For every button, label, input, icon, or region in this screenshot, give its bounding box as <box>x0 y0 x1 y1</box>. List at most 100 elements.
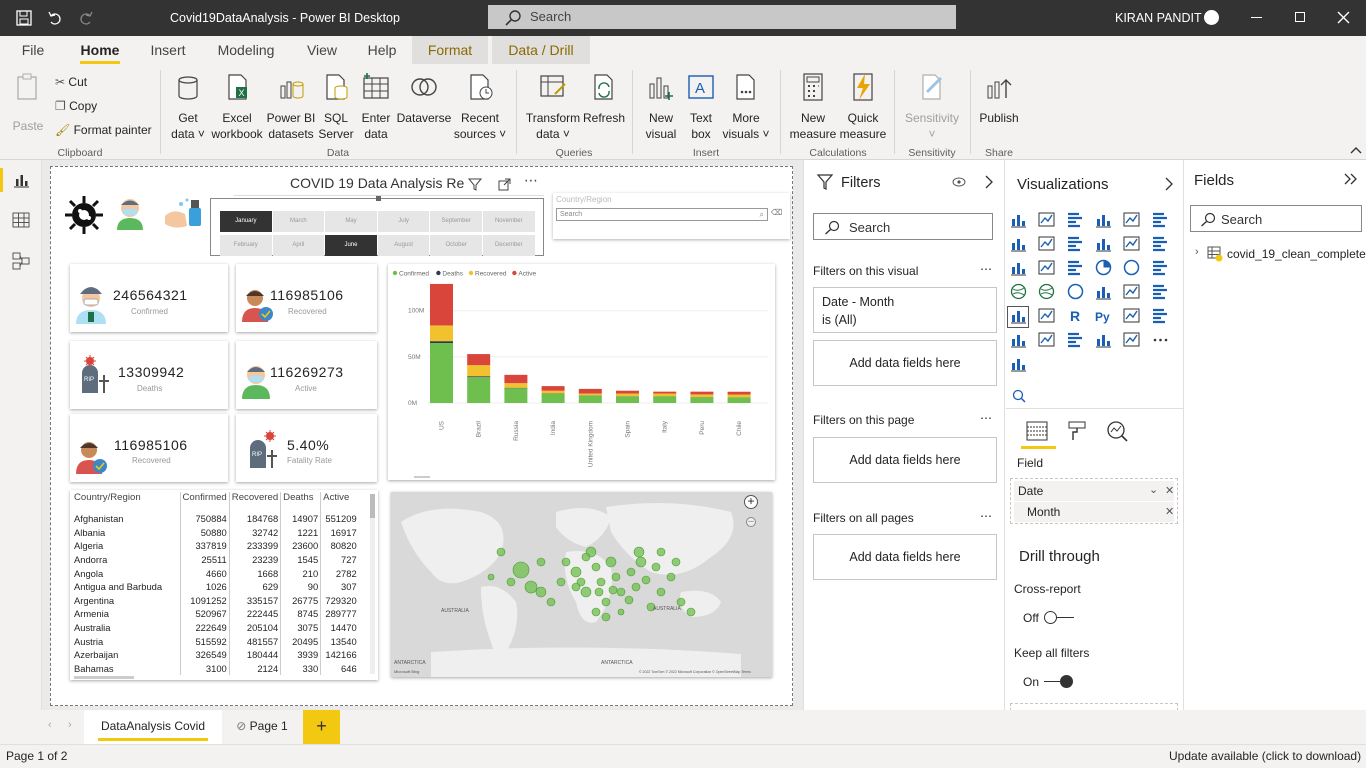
add-page-button[interactable]: + <box>303 710 340 744</box>
map-bubble[interactable] <box>571 582 581 592</box>
close-icon[interactable] <box>1337 11 1350 24</box>
map-bubble[interactable] <box>601 597 611 607</box>
minimize-icon[interactable] <box>1251 17 1262 18</box>
r-script-visual-icon[interactable]: R <box>1067 307 1084 324</box>
table-row[interactable]: Antigua and Barbuda 1026 629 90 307 <box>72 579 359 594</box>
excel-workbook-button[interactable]: X Excel workbook <box>210 72 264 142</box>
map-bubble[interactable] <box>512 561 530 579</box>
funnel-visual-icon[interactable] <box>1038 259 1055 276</box>
area-visual-icon[interactable] <box>1038 235 1055 252</box>
line-visual-icon[interactable] <box>1010 235 1027 252</box>
clustered-column-visual-icon[interactable] <box>1095 211 1112 228</box>
recent-sources-button[interactable]: Recent sources ˅ <box>452 72 508 142</box>
bar-segment[interactable] <box>616 390 639 394</box>
save-icon[interactable] <box>16 10 33 26</box>
map-bubble[interactable] <box>591 562 601 572</box>
remove-field-icon[interactable]: ✕ <box>1165 505 1174 518</box>
field-chip-date[interactable]: Date ⌄ ✕ <box>1014 481 1174 501</box>
sql-server-button[interactable]: SQL Server <box>318 72 354 142</box>
filter-card-date-month[interactable]: Date - Month is (All) <box>813 287 997 333</box>
map-bubble[interactable] <box>546 597 556 607</box>
bar-segment[interactable] <box>727 397 751 403</box>
line-stacked-visual-icon[interactable] <box>1123 235 1140 252</box>
country-table[interactable]: Country/Region Confirmed Recovered Deaths Ac… <box>70 490 378 680</box>
map-bubble[interactable] <box>570 566 582 578</box>
map-bubble[interactable] <box>506 577 516 587</box>
bar-segment[interactable] <box>504 374 528 384</box>
map-bubble[interactable] <box>617 608 625 616</box>
bar-segment[interactable] <box>727 391 751 395</box>
map-bubble[interactable] <box>556 577 566 587</box>
column-header[interactable]: Country/Region <box>72 492 181 512</box>
add-page-filter-well[interactable]: Add data fields here <box>813 437 997 483</box>
bar-segment[interactable] <box>467 354 491 366</box>
table-row[interactable]: Austria 515592 481557 20495 13540 <box>72 634 359 648</box>
map-bubble[interactable] <box>676 597 686 607</box>
world-map[interactable]: AUSTRALIA AUSTRALIA ANTARCTICA ANTARCTIC… <box>391 492 772 677</box>
more-options-icon[interactable]: ⋯ <box>980 262 992 276</box>
clustered-bar-visual-icon[interactable] <box>1067 211 1084 228</box>
map-bubble[interactable] <box>594 587 604 597</box>
map-bubble[interactable] <box>581 552 591 562</box>
more-visuals-button[interactable]: More visuals ˅ <box>720 72 772 142</box>
table-row[interactable]: Azerbaijan 326549 180444 3939 142166 <box>72 647 359 662</box>
bar-segment[interactable] <box>467 377 491 403</box>
bar-segment[interactable] <box>616 396 639 403</box>
update-available-link[interactable]: Update available (click to download) <box>1169 749 1361 763</box>
more-options-icon[interactable]: ⋯ <box>524 172 538 189</box>
zoom-out-button[interactable]: – <box>746 517 756 527</box>
bar-segment[interactable] <box>541 386 565 391</box>
collapse-pane-icon[interactable] <box>1344 173 1358 186</box>
pie-visual-icon[interactable] <box>1095 259 1112 276</box>
map-bubble[interactable] <box>651 562 661 572</box>
table-row[interactable]: Albania 50880 32742 1221 16917 <box>72 525 359 540</box>
table-name[interactable]: covid_19_clean_complete <box>1227 247 1366 261</box>
collapse-ribbon-icon[interactable] <box>1350 146 1362 154</box>
bar-segment[interactable] <box>653 391 677 394</box>
text-box-button[interactable]: A Text box <box>684 72 718 142</box>
new-measure-button[interactable]: New measure <box>788 72 838 142</box>
kpi-card-recovered[interactable]: 116985106 Recovered <box>236 264 377 332</box>
power-automate-visual-icon[interactable] <box>1123 331 1140 348</box>
tab-format[interactable]: Format <box>412 36 488 64</box>
enter-data-button[interactable]: Enter data <box>358 72 394 142</box>
filled-map-visual-icon[interactable] <box>1038 283 1055 300</box>
map-bubble[interactable] <box>605 556 617 568</box>
month-slicer-item-march[interactable]: March <box>272 211 325 232</box>
tab-modeling[interactable]: Modeling <box>212 36 280 64</box>
kpi-card-active[interactable]: 116269273 Active <box>236 341 377 409</box>
bar-segment[interactable] <box>541 390 565 394</box>
bar-segment[interactable] <box>578 393 602 396</box>
model-view-icon[interactable] <box>12 252 30 270</box>
more-visual-icon[interactable] <box>1152 331 1169 348</box>
100-bar-visual-icon[interactable] <box>1123 211 1140 228</box>
map-bubble[interactable] <box>686 607 696 617</box>
format-paint-roller-icon[interactable] <box>1067 420 1087 442</box>
bar-segment[interactable] <box>430 283 453 326</box>
table-row[interactable]: Algeria 337819 233399 23600 80820 <box>72 539 359 553</box>
map-bubble[interactable] <box>631 582 641 592</box>
focus-mode-icon[interactable] <box>498 178 511 191</box>
filter-icon[interactable] <box>468 178 482 191</box>
remove-field-icon[interactable]: ✕ <box>1165 484 1174 497</box>
gauge-visual-icon[interactable] <box>1067 283 1084 300</box>
column-header[interactable]: Deaths <box>280 492 322 512</box>
month-slicer-item-july[interactable]: July <box>377 211 430 232</box>
map-bubble[interactable] <box>671 557 681 567</box>
waterfall-visual-icon[interactable] <box>1010 259 1027 276</box>
page-tab-page1[interactable]: ⊘ Page 1 <box>228 710 296 744</box>
search-icon[interactable] <box>1012 389 1026 403</box>
cut-button[interactable]: ✂ Cut <box>55 75 87 89</box>
avatar[interactable] <box>1204 10 1219 25</box>
table-row[interactable]: Andorra 25511 23239 1545 727 <box>72 552 359 567</box>
bar-segment[interactable] <box>690 394 714 398</box>
redo-icon[interactable] <box>78 10 94 26</box>
map-bubble[interactable] <box>626 567 636 577</box>
bar-segment[interactable] <box>616 393 639 397</box>
map-bubble[interactable] <box>616 587 626 597</box>
key-influencers-visual-icon[interactable] <box>1123 307 1140 324</box>
map-bubble[interactable] <box>624 595 634 605</box>
quick-measure-button[interactable]: Quick measure <box>838 72 888 142</box>
filters-search-input[interactable]: Search <box>813 213 993 240</box>
map-bubble[interactable] <box>591 607 601 617</box>
